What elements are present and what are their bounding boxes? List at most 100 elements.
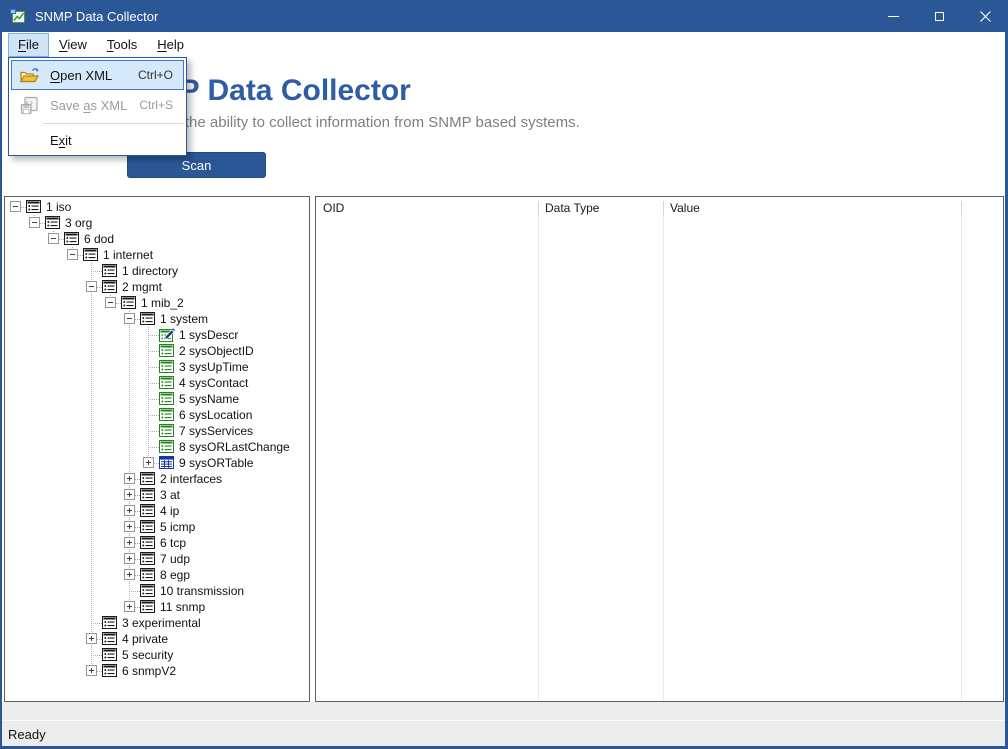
tree-node-label: 3 experimental bbox=[122, 617, 201, 630]
tree-node-4-ip[interactable]: 4 ip bbox=[5, 503, 309, 519]
expand-icon[interactable] bbox=[124, 489, 135, 500]
column-separator[interactable] bbox=[961, 201, 962, 701]
app-window: SNMP Data Collector FileViewToolsHelp SN… bbox=[0, 0, 1008, 749]
minimize-button[interactable] bbox=[870, 0, 916, 32]
expand-icon[interactable] bbox=[124, 569, 135, 580]
menu-item-label: Open XML bbox=[50, 68, 112, 83]
expand-icon[interactable] bbox=[86, 633, 97, 644]
tree-node-label: 7 sysServices bbox=[179, 425, 253, 438]
collapse-icon[interactable] bbox=[10, 201, 21, 212]
tree-node-label: 1 iso bbox=[46, 201, 71, 214]
mib-node-icon bbox=[45, 216, 62, 230]
mib-node-icon bbox=[102, 280, 119, 294]
tree-guide-line bbox=[148, 407, 149, 415]
tree-node-1-iso[interactable]: 1 iso bbox=[5, 199, 309, 215]
tree-guide-line bbox=[148, 351, 149, 359]
tree-node-6-snmpv2[interactable]: 6 snmpV2 bbox=[5, 663, 309, 679]
tree-guide-line bbox=[129, 375, 130, 391]
column-separator bbox=[961, 201, 962, 215]
tree-node-1-internet[interactable]: 1 internet bbox=[5, 247, 309, 263]
expand-icon[interactable] bbox=[124, 601, 135, 612]
tree-node-label: 4 sysContact bbox=[179, 377, 248, 390]
expand-icon[interactable] bbox=[124, 473, 135, 484]
mib-node-icon bbox=[140, 312, 157, 326]
tree-node-6-dod[interactable]: 6 dod bbox=[5, 231, 309, 247]
column-separator[interactable] bbox=[538, 201, 539, 701]
tree-guide-line bbox=[91, 535, 92, 551]
maximize-button[interactable] bbox=[916, 0, 962, 32]
tree-guide-line bbox=[129, 455, 130, 471]
menu-item-save-as-xml: Save as XML Ctrl+S bbox=[11, 90, 184, 120]
expand-icon[interactable] bbox=[86, 665, 97, 676]
window-controls bbox=[870, 0, 1008, 32]
menu-item-label: Exit bbox=[50, 133, 72, 148]
tree-guide-line bbox=[91, 423, 92, 439]
tree-node-1-directory[interactable]: 1 directory bbox=[5, 263, 309, 279]
tree-node-8-sysorlastchange[interactable]: 8 sysORLastChange bbox=[5, 439, 309, 455]
tree-guide-line bbox=[91, 359, 92, 375]
tree-node-3-at[interactable]: 3 at bbox=[5, 487, 309, 503]
maximize-icon bbox=[935, 12, 944, 21]
column-separator[interactable] bbox=[663, 201, 664, 701]
collapse-icon[interactable] bbox=[67, 249, 78, 260]
tree-node-7-udp[interactable]: 7 udp bbox=[5, 551, 309, 567]
menu-item-shortcut: Ctrl+S bbox=[139, 98, 173, 112]
tree-node-1-mib-2[interactable]: 1 mib_2 bbox=[5, 295, 309, 311]
tree-node-11-snmp[interactable]: 11 snmp bbox=[5, 599, 309, 615]
tree-node-10-transmission[interactable]: 10 transmission bbox=[5, 583, 309, 599]
tree-node-4-syscontact[interactable]: 4 sysContact bbox=[5, 375, 309, 391]
menu-file[interactable]: File bbox=[8, 33, 49, 57]
tree-node-9-sysortable[interactable]: 9 sysORTable bbox=[5, 455, 309, 471]
column-header-oid[interactable]: OID bbox=[316, 197, 538, 219]
expand-icon[interactable] bbox=[143, 457, 154, 468]
column-header-data-type[interactable]: Data Type bbox=[538, 197, 663, 219]
tree-node-7-sysservices[interactable]: 7 sysServices bbox=[5, 423, 309, 439]
collapse-icon[interactable] bbox=[86, 281, 97, 292]
close-button[interactable] bbox=[962, 0, 1008, 32]
tree-node-label: 5 sysName bbox=[179, 393, 239, 406]
tree-node-1-system[interactable]: 1 system bbox=[5, 311, 309, 327]
tree-node-8-egp[interactable]: 8 egp bbox=[5, 567, 309, 583]
menu-item-label: Save as XML bbox=[50, 98, 127, 113]
column-separator bbox=[538, 201, 539, 215]
tree-node-5-security[interactable]: 5 security bbox=[5, 647, 309, 663]
tree-node-3-experimental[interactable]: 3 experimental bbox=[5, 615, 309, 631]
tree-guide-line bbox=[91, 327, 92, 343]
tree-node-2-mgmt[interactable]: 2 mgmt bbox=[5, 279, 309, 295]
tree-node-3-org[interactable]: 3 org bbox=[5, 215, 309, 231]
collapse-icon[interactable] bbox=[48, 233, 59, 244]
menu-item-exit[interactable]: Exit bbox=[11, 127, 184, 153]
tree-node-2-interfaces[interactable]: 2 interfaces bbox=[5, 471, 309, 487]
menu-item-open-xml[interactable]: Open XMLCtrl+O bbox=[11, 60, 184, 90]
tree-node-4-private[interactable]: 4 private bbox=[5, 631, 309, 647]
tree-node-label: 11 snmp bbox=[160, 601, 205, 614]
mib-node-icon bbox=[102, 632, 119, 646]
menu-help[interactable]: Help bbox=[147, 33, 194, 57]
column-header-value[interactable]: Value bbox=[663, 197, 961, 219]
tree-guide-line bbox=[91, 647, 92, 655]
expand-icon[interactable] bbox=[124, 505, 135, 516]
tree-node-6-syslocation[interactable]: 6 sysLocation bbox=[5, 407, 309, 423]
menu-tools[interactable]: Tools bbox=[97, 33, 147, 57]
collapse-icon[interactable] bbox=[29, 217, 40, 228]
expand-icon[interactable] bbox=[124, 553, 135, 564]
mib-node-icon bbox=[121, 296, 138, 310]
tree-node-1-sysdescr[interactable]: 1 sysDescr bbox=[5, 327, 309, 343]
tree-node-3-sysuptime[interactable]: 3 sysUpTime bbox=[5, 359, 309, 375]
mib-node-icon bbox=[140, 552, 157, 566]
tree-node-5-icmp[interactable]: 5 icmp bbox=[5, 519, 309, 535]
mib-tree-panel: 1 iso 3 org6 dod1 internet1 directory2 mg… bbox=[4, 196, 310, 702]
collapse-icon[interactable] bbox=[105, 297, 116, 308]
expand-icon[interactable] bbox=[124, 521, 135, 532]
menu-view[interactable]: View bbox=[49, 33, 97, 57]
tree-node-2-sysobjectid[interactable]: 2 sysObjectID bbox=[5, 343, 309, 359]
collapse-icon[interactable] bbox=[124, 313, 135, 324]
mib-node-icon bbox=[140, 536, 157, 550]
expand-icon[interactable] bbox=[124, 537, 135, 548]
tree-guide-line bbox=[129, 327, 130, 343]
tree-node-5-sysname[interactable]: 5 sysName bbox=[5, 391, 309, 407]
tree-node-label: 3 org bbox=[65, 217, 92, 230]
tree-guide-line bbox=[148, 375, 149, 383]
tree-node-6-tcp[interactable]: 6 tcp bbox=[5, 535, 309, 551]
mib-scalar-icon bbox=[159, 440, 176, 454]
